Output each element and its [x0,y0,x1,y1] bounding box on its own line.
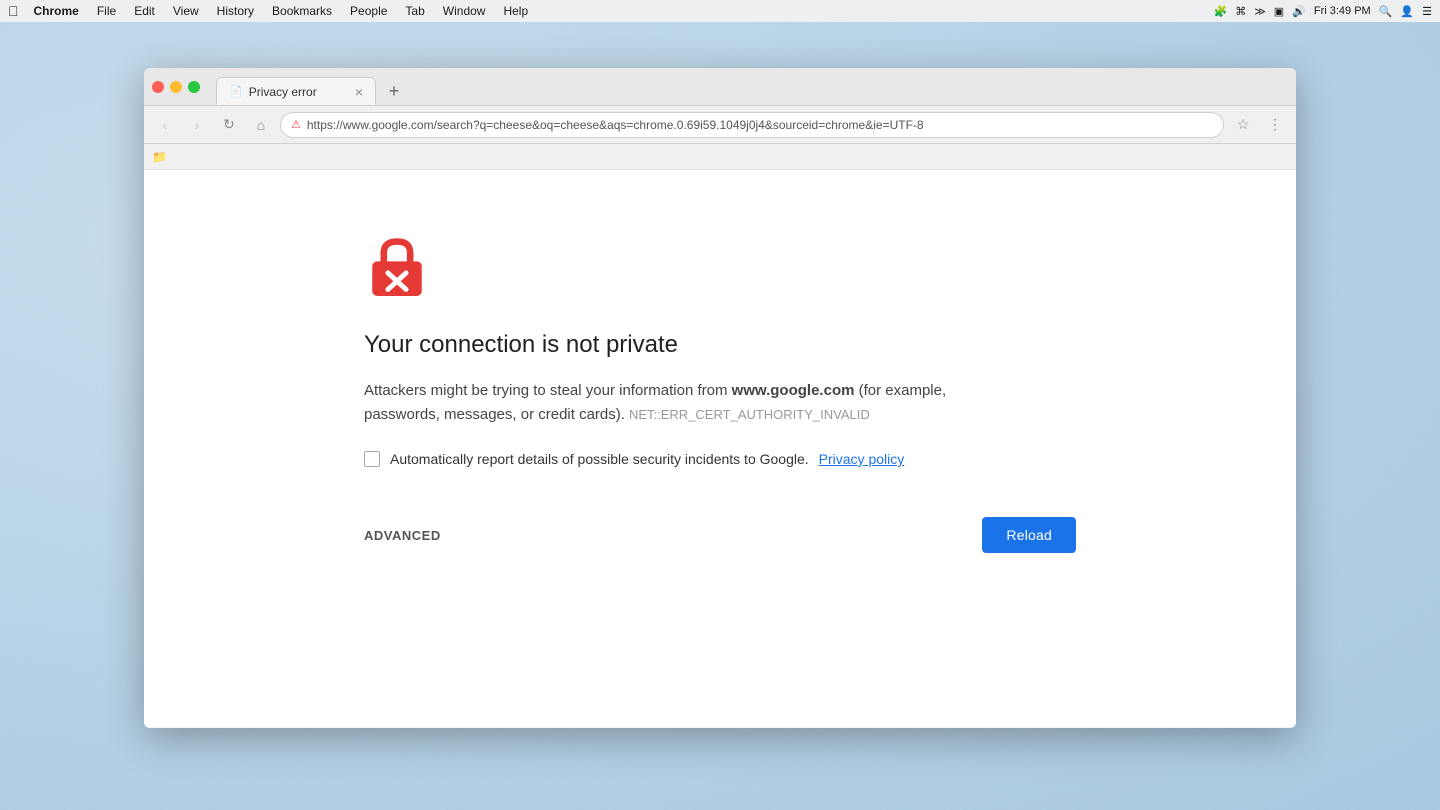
checkbox-label: Automatically report details of possible… [390,451,809,467]
wifi-status-icon: ≫ [1254,5,1266,18]
control-center-icon: ☰ [1422,5,1432,18]
search-icon: 🔍 [1379,5,1393,18]
back-button[interactable]: ‹ [152,112,178,138]
menu-tab[interactable]: Tab [398,0,431,22]
error-lock-icon [364,230,430,296]
advanced-button[interactable]: ADVANCED [364,528,441,543]
error-description: Attackers might be trying to steal your … [364,379,984,427]
wifi-icon: ⌘ [1235,5,1246,18]
reload-button[interactable]: Reload [982,517,1076,553]
extensions-icon: 🧩 [1214,5,1228,18]
menu-chrome[interactable]: Chrome [27,0,86,22]
menu-edit[interactable]: Edit [127,0,162,22]
new-tab-button[interactable]: + [380,77,408,105]
action-buttons-row: ADVANCED Reload [364,517,1076,553]
nav-bar: ‹ › ↻ ⌂ ⚠ https://www.google.com/search?… [144,106,1296,144]
tab-title: Privacy error [249,85,317,99]
error-domain: www.google.com [732,382,855,399]
error-code: NET::ERR_CERT_AUTHORITY_INVALID [629,407,870,422]
menu-file[interactable]: File [90,0,123,22]
nav-right-controls: ☆ ⋮ [1230,112,1288,138]
forward-button[interactable]: › [184,112,210,138]
menu-view[interactable]: View [166,0,206,22]
tabs-bar: 📄 Privacy error × + [216,68,408,105]
url-display: https://www.google.com/search?q=cheese&o… [307,118,924,132]
traffic-lights [152,81,200,93]
menu-help[interactable]: Help [496,0,535,22]
menu-bar-right: 🧩 ⌘ ≫ ▣ 🔊 Fri 3:49 PM 🔍 👤 ☰ [1214,5,1432,18]
maximize-button[interactable] [188,81,200,93]
bookmarks-folder-icon: 📁 [152,150,167,164]
menu-bookmarks[interactable]: Bookmarks [265,0,339,22]
title-bar: 📄 Privacy error × + [144,68,1296,106]
menu-bar:  Chrome File Edit View History Bookmark… [0,0,1440,22]
display-icon: ▣ [1274,5,1284,18]
privacy-policy-link[interactable]: Privacy policy [819,451,905,467]
tab-page-icon: 📄 [229,85,243,98]
description-prefix: Attackers might be trying to steal your … [364,382,732,399]
content-area: Your connection is not private Attackers… [144,170,1296,727]
bookmark-star-button[interactable]: ☆ [1230,112,1256,138]
bookmarks-bar: 📁 [144,144,1296,170]
menu-history[interactable]: History [210,0,261,22]
minimize-button[interactable] [170,81,182,93]
report-checkbox-row: Automatically report details of possible… [364,451,904,467]
apple-logo-icon:  [8,3,19,19]
close-button[interactable] [152,81,164,93]
menu-people[interactable]: People [343,0,394,22]
address-bar[interactable]: ⚠ https://www.google.com/search?q=cheese… [280,112,1224,138]
home-button[interactable]: ⌂ [248,112,274,138]
user-icon: 👤 [1400,5,1414,18]
tab-close-button[interactable]: × [355,84,363,100]
report-checkbox[interactable] [364,451,380,467]
chrome-menu-button[interactable]: ⋮ [1262,112,1288,138]
clock: Fri 3:49 PM [1314,5,1371,17]
lock-icon-container [364,230,430,301]
active-tab[interactable]: 📄 Privacy error × [216,77,376,105]
browser-window: 📄 Privacy error × + ‹ › ↻ ⌂ ⚠ https://ww… [144,68,1296,728]
error-title: Your connection is not private [364,331,678,359]
reload-page-button[interactable]: ↻ [216,112,242,138]
volume-icon: 🔊 [1292,5,1306,18]
security-warning-icon: ⚠ [291,118,301,131]
menu-window[interactable]: Window [436,0,493,22]
